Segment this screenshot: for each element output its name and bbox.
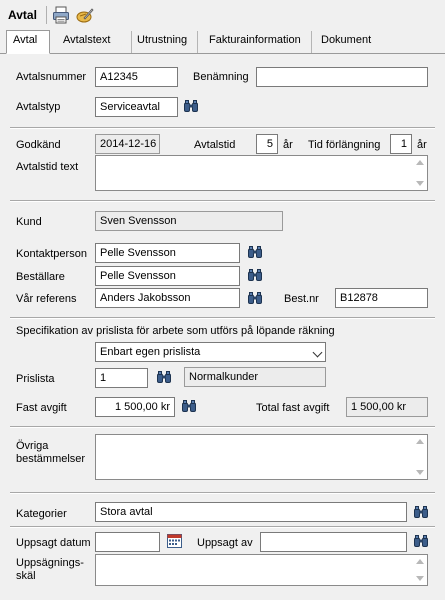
- tab-avtal[interactable]: Avtal: [6, 30, 50, 54]
- window-title: Avtal: [8, 8, 37, 22]
- prislista-name-field: Normalkunder: [184, 367, 326, 387]
- benamning-field[interactable]: [256, 67, 428, 87]
- prislista-select-value: Enbart egen prislista: [100, 346, 201, 358]
- kund-label: Kund: [16, 216, 42, 228]
- bestallare-label: Beställare: [16, 271, 65, 283]
- avtalstid-text-area[interactable]: [95, 155, 428, 191]
- ovriga-label-line2: bestämmelser: [16, 453, 86, 465]
- uppsagt-av-label: Uppsagt av: [197, 537, 253, 549]
- avtalstid-field[interactable]: 5: [256, 134, 278, 154]
- uppsagnings-skal-area[interactable]: [95, 554, 428, 586]
- kund-field: Sven Svensson: [95, 211, 283, 231]
- avtalstyp-binoculars-icon[interactable]: [184, 100, 198, 112]
- prislista-field[interactable]: 1: [95, 368, 148, 388]
- calendar-icon[interactable]: [167, 534, 182, 548]
- avtalstid-unit: år: [283, 139, 293, 151]
- prislista-binoculars-icon[interactable]: [157, 371, 171, 383]
- fast-avgift-label: Fast avgift: [16, 402, 67, 414]
- var-referens-field[interactable]: Anders Jakobsson: [95, 288, 240, 308]
- avtalstid-text-label: Avtalstid text: [16, 161, 79, 173]
- tab-utrustning-label: Utrustning: [137, 34, 188, 46]
- uppsagt-datum-field[interactable]: [95, 532, 160, 552]
- separator: [10, 492, 435, 494]
- toolbar-divider: [46, 6, 47, 24]
- avtalstyp-label: Avtalstyp: [16, 101, 61, 113]
- uppsagnings-label-line1: Uppsägnings-: [16, 557, 84, 569]
- prislista-label: Prislista: [16, 373, 55, 385]
- var-referens-binoculars-icon[interactable]: [248, 292, 262, 304]
- scrollbar[interactable]: [413, 435, 427, 479]
- avtalstid-label: Avtalstid: [194, 139, 236, 151]
- tid-forlangning-unit: år: [417, 139, 427, 151]
- kontaktperson-binoculars-icon[interactable]: [248, 246, 262, 258]
- tab-avtalstext[interactable]: Avtalstext: [57, 31, 132, 53]
- godkand-label: Godkänd: [16, 139, 61, 151]
- uppsagnings-label-line2: skäl: [16, 570, 36, 582]
- chevron-down-icon: [312, 347, 323, 358]
- tab-fakturainformation-label: Fakturainformation: [209, 34, 301, 46]
- kategorier-field[interactable]: Stora avtal: [95, 502, 407, 522]
- uppsagt-datum-label: Uppsagt datum: [16, 537, 91, 549]
- kategorier-label: Kategorier: [16, 508, 67, 520]
- scrollbar[interactable]: [413, 156, 427, 190]
- scrollbar[interactable]: [413, 555, 427, 585]
- avtalstyp-field[interactable]: Serviceavtal: [95, 97, 178, 117]
- best-nr-field[interactable]: B12878: [335, 288, 428, 308]
- tid-forlangning-field[interactable]: 1: [390, 134, 412, 154]
- total-fast-avgift-label: Total fast avgift: [256, 402, 330, 414]
- uppsagt-av-field[interactable]: [260, 532, 407, 552]
- var-referens-label: Vår referens: [16, 293, 77, 305]
- separator: [10, 526, 435, 528]
- tab-utrustning[interactable]: Utrustning: [131, 31, 198, 53]
- pencil-icon[interactable]: [76, 6, 94, 24]
- fast-avgift-field[interactable]: 1 500,00 kr: [95, 397, 175, 417]
- separator: [10, 127, 435, 129]
- best-nr-label: Best.nr: [284, 293, 319, 305]
- separator: [10, 200, 435, 202]
- specifikation-label: Specifikation av prislista för arbete so…: [16, 325, 335, 337]
- tab-avtal-label: Avtal: [13, 34, 38, 46]
- tab-dokument-label: Dokument: [321, 34, 372, 46]
- kontaktperson-field[interactable]: Pelle Svensson: [95, 243, 240, 263]
- printer-icon[interactable]: [52, 6, 70, 24]
- avtalsnummer-field[interactable]: A12345: [95, 67, 178, 87]
- bestallare-field[interactable]: Pelle Svensson: [95, 266, 240, 286]
- separator: [10, 426, 435, 428]
- benamning-label: Benämning: [193, 71, 249, 83]
- bestallare-binoculars-icon[interactable]: [248, 269, 262, 281]
- prislista-select[interactable]: Enbart egen prislista: [95, 342, 326, 362]
- avtalsnummer-label: Avtalsnummer: [16, 71, 87, 83]
- tid-forlangning-label: Tid förlängning: [308, 139, 381, 151]
- separator: [10, 317, 435, 319]
- tab-bar: [0, 53, 445, 54]
- fast-avgift-binoculars-icon[interactable]: [182, 400, 196, 412]
- godkand-field[interactable]: 2014-12-16: [95, 134, 160, 154]
- uppsagt-av-binoculars-icon[interactable]: [414, 535, 428, 547]
- tab-fakturainformation[interactable]: Fakturainformation: [203, 31, 312, 53]
- ovriga-label-line1: Övriga: [16, 440, 49, 452]
- kontaktperson-label: Kontaktperson: [16, 248, 87, 260]
- tab-avtalstext-label: Avtalstext: [63, 34, 111, 46]
- total-fast-avgift-field: 1 500,00 kr: [346, 397, 428, 417]
- ovriga-bestammelser-area[interactable]: [95, 434, 428, 480]
- tab-dokument[interactable]: Dokument: [315, 31, 377, 53]
- kategorier-binoculars-icon[interactable]: [414, 506, 428, 518]
